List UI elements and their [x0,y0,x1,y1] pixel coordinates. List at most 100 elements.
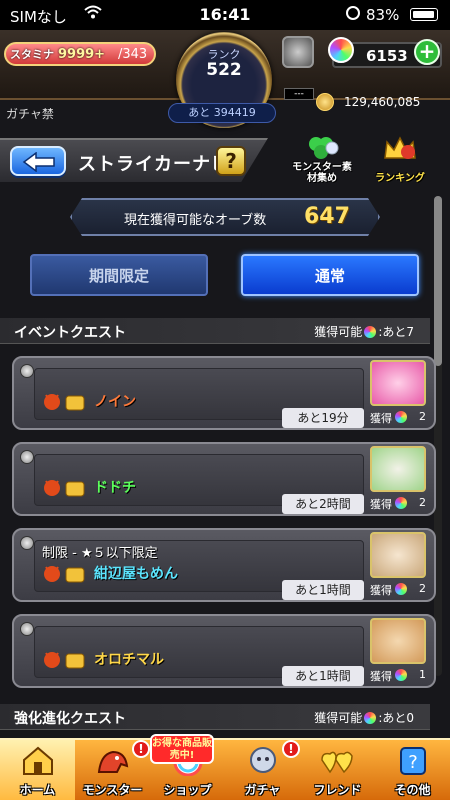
reward-count: 2 [419,496,426,509]
gem-slot-icon[interactable] [282,36,314,68]
tab-limited[interactable]: 期間限定 [30,254,208,296]
rank-value: 522 [206,60,242,80]
devil-gold-icon [44,652,85,669]
reward-label: 獲得 [370,670,392,683]
devil-gold-icon [44,394,85,411]
nav-gacha-label: ガチャ [244,783,281,797]
devil-gold-icon [44,566,85,583]
pin-icon [20,536,34,550]
bottom-nav: ホーム モンスター ショップ ガチャ フレンド ? その他 [0,738,450,800]
event-quest-title: イベントクエスト [14,325,126,341]
monster-thumbnail [370,446,426,492]
monster-thumbnail [370,360,426,406]
nav-monster-label: モンスター [82,783,143,797]
monster-material-label: モンスター素材集め [292,162,352,184]
reward-count: 1 [419,668,426,681]
gem-slot-value: --- [284,88,314,100]
gacha-character-icon [250,747,276,773]
quest-time: あと1時間 [282,580,364,600]
dragon-icon [97,750,129,773]
battery-icon [410,8,438,21]
quest-name: オロチマル [94,652,164,668]
back-button[interactable] [10,146,66,176]
evolve-available-label: 獲得可能 [314,711,363,725]
quest-name: ドドチ [94,480,136,496]
event-quest-header: イベントクエスト 獲得可能 :あと7 [0,318,430,344]
reward-label: 獲得 [370,412,392,425]
quest-card[interactable]: オロチマル あと1時間 獲得 1 [12,614,436,688]
quest-name: ノイン [94,394,136,410]
status-bar: SIMなし 16:41 83% [0,0,450,30]
monster-material-button[interactable]: モンスター素材集め [290,134,354,184]
reward-count: 2 [419,410,426,423]
home-icon [23,746,53,775]
nav-friend-label: フレンド [313,783,362,797]
evolve-remaining: :あと0 [378,711,414,725]
battery-percent: 83% [366,6,400,24]
evolve-quest-header: 強化進化クエスト 獲得可能 :あと0 [0,704,430,730]
pin-icon [20,622,34,636]
monster-notification-badge: ! [132,740,150,758]
orb-icon [364,712,377,724]
pin-icon [20,450,34,464]
event-quest-availability: 獲得可能 :あと7 [314,323,414,340]
quest-time: あと2時間 [282,494,364,514]
quest-reward: 獲得 1 [368,666,430,684]
help-button[interactable]: ? [216,146,246,176]
available-orbs-panel: 現在獲得可能なオーブ数 647 [70,198,380,236]
ranking-button[interactable]: ランキング [368,134,432,184]
shop-sale-badge: お得な商品販売中! [150,734,214,764]
reward-count: 2 [419,582,426,595]
nav-home[interactable]: ホーム [0,740,75,800]
nav-shop-label: ショップ [163,783,212,797]
quest-restriction: 制限 - ★５以下限定 [42,546,158,561]
crown-icon [384,136,416,159]
gacha-notification-badge: ! [282,740,300,758]
app-root: { "status": {"carrier": "SIMなし", "time":… [0,0,450,800]
page-title: ストライカーナビ [78,154,230,175]
monster-thumbnail [370,618,426,664]
quest-reward: 獲得 2 [368,494,430,512]
orb-count-value: 6153 [366,47,408,65]
scrollbar-thumb[interactable] [434,196,442,366]
coin-value: 129,460,085 [344,95,421,109]
quest-time: あと19分 [282,408,364,428]
evolve-quest-availability: 獲得可能 :あと0 [314,709,414,726]
quest-card[interactable]: ドドチ あと2時間 獲得 2 [12,442,436,516]
available-orbs-value: 647 [304,204,350,229]
question-icon: ? [400,747,426,775]
reward-label: 獲得 [370,498,392,511]
stamina-gauge: スタミナ 9999+ /343 [4,42,156,66]
exp-remaining: あと 394419 [168,103,276,123]
nav-friend[interactable]: フレンド [300,740,375,800]
orb-icon [364,326,377,338]
gacha-ban-label: ガチャ禁 [6,107,54,121]
orb-icon [328,37,354,63]
quest-reward: 獲得 2 [368,408,430,426]
evolve-quest-title: 強化進化クエスト [14,711,126,727]
quest-card[interactable]: 制限 - ★５以下限定 紺辺屋もめん あと1時間 獲得 2 [12,528,436,602]
tab-normal[interactable]: 通常 [241,254,419,296]
quest-time: あと1時間 [282,666,364,686]
reward-label: 獲得 [370,584,392,597]
buy-orbs-button[interactable]: + [414,39,440,65]
rotation-lock-icon [346,6,360,20]
orb-icon [395,669,407,681]
available-orbs-label: 現在獲得可能なオーブ数 [124,213,267,228]
quest-reward: 獲得 2 [368,580,430,598]
stamina-value: 9999+ [58,47,106,62]
nav-other[interactable]: ? その他 [375,740,450,800]
orb-icon [395,497,407,509]
nav-home-label: ホーム [19,783,56,797]
stamina-label: スタミナ [10,48,54,61]
quest-name: 紺辺屋もめん [94,566,178,582]
back-arrow-icon [22,152,55,172]
svg-text:?: ? [408,752,418,773]
event-remaining: :あと7 [378,325,414,339]
event-available-label: 獲得可能 [314,325,363,339]
devil-gold-icon [44,480,85,497]
clover-icon [309,137,339,159]
orb-icon [395,411,407,423]
stamina-max: /343 [118,47,148,62]
quest-card[interactable]: ノイン あと19分 獲得 2 [12,356,436,430]
